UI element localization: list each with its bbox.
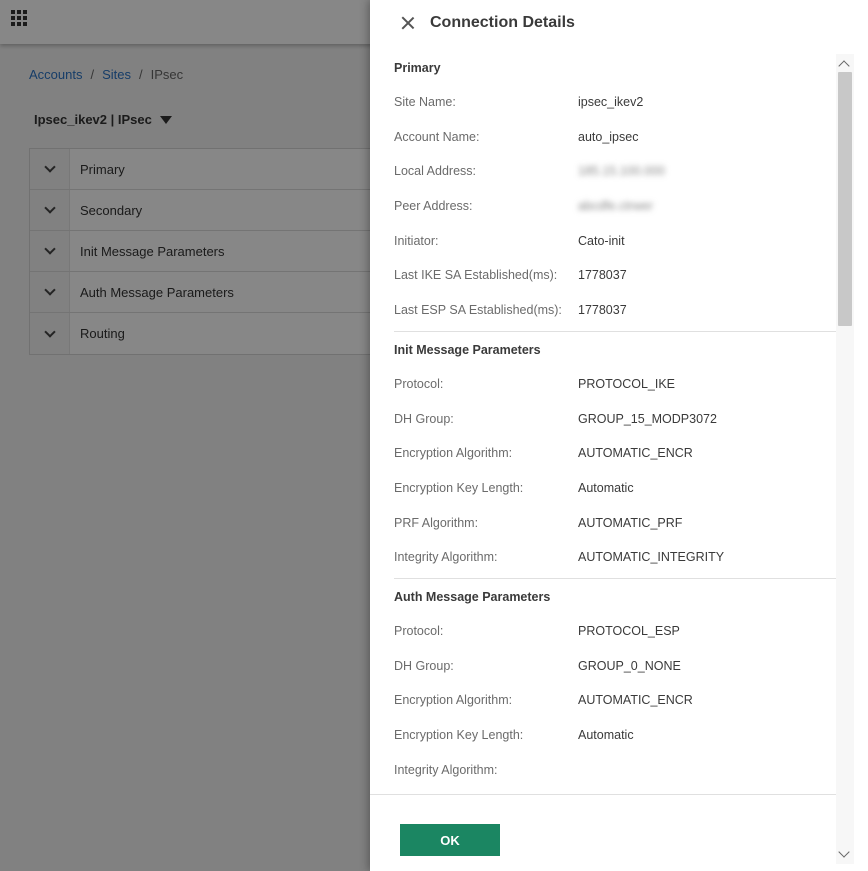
field-integrity-algorithm: Integrity Algorithm: xyxy=(394,756,836,791)
field-value: auto_ipsec xyxy=(578,129,639,144)
field-value: PROTOCOL_ESP xyxy=(578,623,680,638)
field-dh-group: DH Group: GROUP_15_MODP3072 xyxy=(394,405,836,440)
field-label: Site Name: xyxy=(394,95,456,109)
field-value-redacted: abcdfe.ctrwer xyxy=(578,199,654,214)
section-title: Primary xyxy=(394,61,441,75)
field-site-name: Site Name: ipsec_ikev2 xyxy=(394,88,836,123)
drawer-scrollbar[interactable] xyxy=(836,54,854,864)
field-account-name: Account Name: auto_ipsec xyxy=(394,123,836,158)
field-protocol: Protocol: PROTOCOL_IKE xyxy=(394,370,836,405)
field-encryption-key-length: Encryption Key Length: Automatic xyxy=(394,474,836,509)
ok-button[interactable]: OK xyxy=(400,824,500,856)
field-initiator: Initiator: Cato-init xyxy=(394,227,836,262)
field-value: AUTOMATIC_INTEGRITY xyxy=(578,550,725,565)
field-encryption-key-length: Encryption Key Length: Automatic xyxy=(394,721,836,756)
field-local-address: Local Address: 185.15.100.000 xyxy=(394,157,836,192)
field-label: Initiator: xyxy=(394,233,439,248)
field-label: DH Group: xyxy=(394,658,454,673)
field-prf-algorithm: PRF Algorithm: AUTOMATIC_PRF xyxy=(394,509,836,544)
field-last-esp-sa: Last ESP SA Established(ms): 1778037 xyxy=(394,296,836,331)
field-label: Local Address: xyxy=(394,164,476,179)
field-dh-group: DH Group: GROUP_0_NONE xyxy=(394,652,836,687)
field-label: Account Name: xyxy=(394,129,480,144)
field-label: Encryption Algorithm: xyxy=(394,693,513,708)
field-value: AUTOMATIC_ENCR xyxy=(578,446,693,461)
drawer-content: Primary Site Name: ipsec_ikev2 Account N… xyxy=(370,50,836,794)
section-title: Init Message Parameters xyxy=(394,342,541,357)
field-label: DH Group: xyxy=(394,411,454,426)
field-value: 1778037 xyxy=(578,303,627,318)
field-label: Protocol: xyxy=(394,623,444,638)
field-peer-address: Peer Address: abcdfe.ctrwer xyxy=(394,192,836,227)
section-primary: Primary Site Name: ipsec_ikev2 Account N… xyxy=(394,50,836,331)
scroll-up-arrow-icon[interactable] xyxy=(838,60,850,72)
field-encryption-algorithm: Encryption Algorithm: AUTOMATIC_ENCR xyxy=(394,686,836,721)
field-value: GROUP_15_MODP3072 xyxy=(578,411,717,426)
field-label: Protocol: xyxy=(394,376,444,391)
field-value: 1778037 xyxy=(578,268,627,283)
field-value: Automatic xyxy=(578,480,634,495)
field-label: Peer Address: xyxy=(394,199,473,214)
field-label: PRF Algorithm: xyxy=(394,515,479,530)
field-value: GROUP_0_NONE xyxy=(578,658,681,673)
field-protocol: Protocol: PROTOCOL_ESP xyxy=(394,617,836,652)
field-value: AUTOMATIC_PRF xyxy=(578,515,683,530)
field-value: Cato-init xyxy=(578,233,625,248)
field-label: Integrity Algorithm: xyxy=(394,762,498,777)
field-value: Automatic xyxy=(578,728,634,742)
field-label: Encryption Key Length: xyxy=(394,728,524,742)
drawer-header: Connection Details xyxy=(370,0,868,48)
close-icon[interactable] xyxy=(400,15,416,31)
section-title: Auth Message Parameters xyxy=(394,589,551,604)
field-label: Integrity Algorithm: xyxy=(394,550,498,565)
section-init-message-parameters: Init Message Parameters Protocol: PROTOC… xyxy=(394,330,836,578)
field-label: Encryption Algorithm: xyxy=(394,446,513,461)
section-auth-message-parameters: Auth Message Parameters Protocol: PROTOC… xyxy=(394,577,836,791)
field-integrity-algorithm: Integrity Algorithm: AUTOMATIC_INTEGRITY xyxy=(394,543,836,578)
field-label: Last IKE SA Established(ms): xyxy=(394,268,558,283)
scrollbar-thumb[interactable] xyxy=(838,72,852,326)
field-value-redacted: 185.15.100.000 xyxy=(578,164,665,179)
field-encryption-algorithm: Encryption Algorithm: AUTOMATIC_ENCR xyxy=(394,439,836,474)
field-last-ike-sa: Last IKE SA Established(ms): 1778037 xyxy=(394,261,836,296)
drawer-footer: OK xyxy=(370,794,836,871)
connection-details-drawer: Connection Details Primary Site Name: ip… xyxy=(370,0,868,871)
drawer-title: Connection Details xyxy=(430,14,575,31)
field-value: PROTOCOL_IKE xyxy=(578,376,676,391)
field-label: Last ESP SA Established(ms): xyxy=(394,303,562,318)
scroll-down-arrow-icon[interactable] xyxy=(838,846,850,858)
field-label: Encryption Key Length: xyxy=(394,480,524,495)
field-value: AUTOMATIC_ENCR xyxy=(578,693,693,708)
field-value: ipsec_ikev2 xyxy=(578,95,644,109)
